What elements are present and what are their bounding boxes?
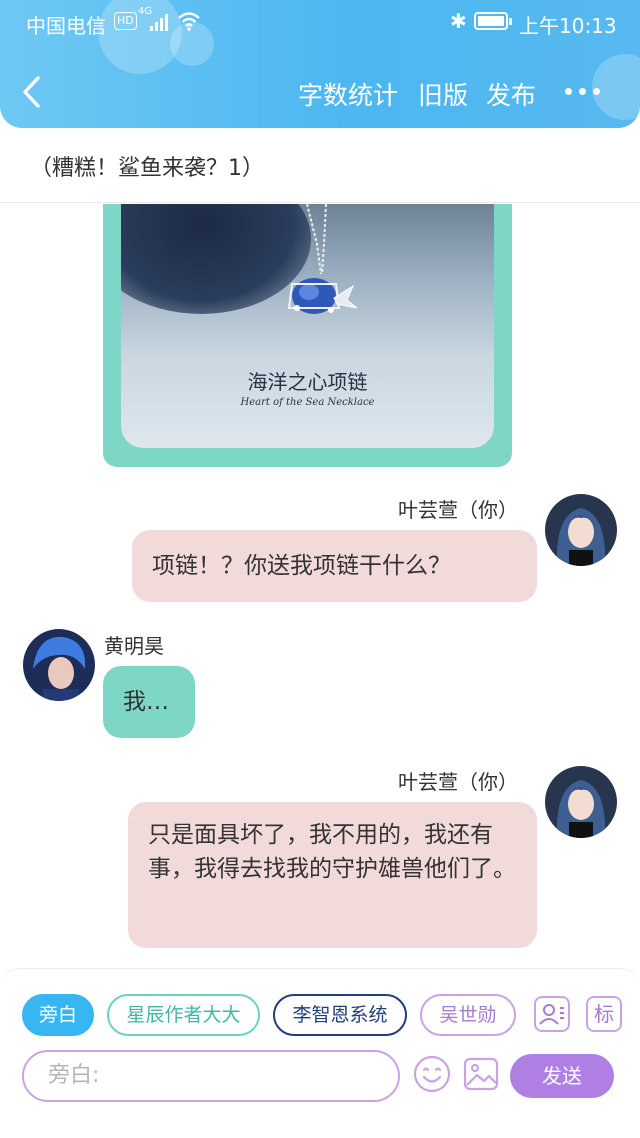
signal-icon bbox=[150, 13, 172, 31]
sender-name: 叶芸萱（你） bbox=[398, 498, 518, 522]
message-input[interactable]: 旁白: bbox=[22, 1050, 400, 1102]
emoji-icon bbox=[413, 1055, 451, 1093]
sender-name: 叶芸萱（你） bbox=[398, 770, 518, 794]
chevron-left-icon bbox=[23, 76, 40, 108]
emoji-button[interactable] bbox=[413, 1055, 451, 1093]
image-button[interactable] bbox=[462, 1055, 500, 1093]
necklace-pendant-icon bbox=[287, 204, 358, 314]
carrier-label: 中国电信 bbox=[26, 14, 106, 38]
old-version-button[interactable]: 旧版 bbox=[418, 76, 468, 112]
top-header: 中国电信 HD 4G ✱ 上午10:13 字数统计 旧版 发布 bbox=[0, 0, 640, 128]
avatar[interactable] bbox=[545, 494, 617, 566]
role-chip-system[interactable]: 李智恩系统 bbox=[273, 994, 407, 1036]
back-button[interactable] bbox=[18, 74, 48, 110]
divider bbox=[0, 202, 640, 203]
role-chip-character[interactable]: 吴世勋 bbox=[420, 994, 516, 1036]
status-bar: 中国电信 HD 4G ✱ 上午10:13 bbox=[0, 0, 640, 44]
image-message-card[interactable]: 海洋之心项链 Heart of the Sea Necklace bbox=[103, 204, 512, 467]
send-button[interactable]: 发送 bbox=[510, 1054, 614, 1098]
chapter-title: （糟糕！鲨鱼来袭？1） bbox=[30, 156, 264, 181]
sender-name: 黄明昊 bbox=[104, 634, 164, 658]
avatar[interactable] bbox=[545, 766, 617, 838]
chat-bubble: 只是面具坏了，我不用的，我还有事，我得去找我的守护雄兽他们了。 bbox=[128, 802, 537, 948]
publish-button[interactable]: 发布 bbox=[486, 76, 536, 112]
necklace-image: 海洋之心项链 Heart of the Sea Necklace bbox=[121, 204, 494, 448]
avatar[interactable] bbox=[23, 629, 95, 701]
status-time: 上午10:13 bbox=[519, 14, 617, 38]
person-icon bbox=[539, 1004, 564, 1025]
chat-bubble: 项链！？你送我项链干什么？ bbox=[132, 530, 537, 602]
add-role-button[interactable] bbox=[534, 996, 570, 1032]
mark-button[interactable]: 标 bbox=[586, 996, 622, 1032]
chat-bubble: 我… bbox=[103, 666, 195, 738]
image-caption: 海洋之心项链 bbox=[247, 370, 368, 394]
role-chip-narration[interactable]: 旁白 bbox=[22, 994, 94, 1036]
role-chip-author[interactable]: 星辰作者大大 bbox=[107, 994, 260, 1036]
battery-icon bbox=[474, 12, 512, 30]
hd-icon: HD bbox=[114, 12, 137, 30]
image-caption-english: Heart of the Sea Necklace bbox=[240, 397, 375, 408]
more-button[interactable] bbox=[562, 80, 602, 104]
word-count-button[interactable]: 字数统计 bbox=[298, 76, 398, 112]
wifi-icon bbox=[177, 11, 201, 36]
bluetooth-icon: ✱ bbox=[450, 9, 467, 33]
image-icon bbox=[463, 1057, 499, 1091]
